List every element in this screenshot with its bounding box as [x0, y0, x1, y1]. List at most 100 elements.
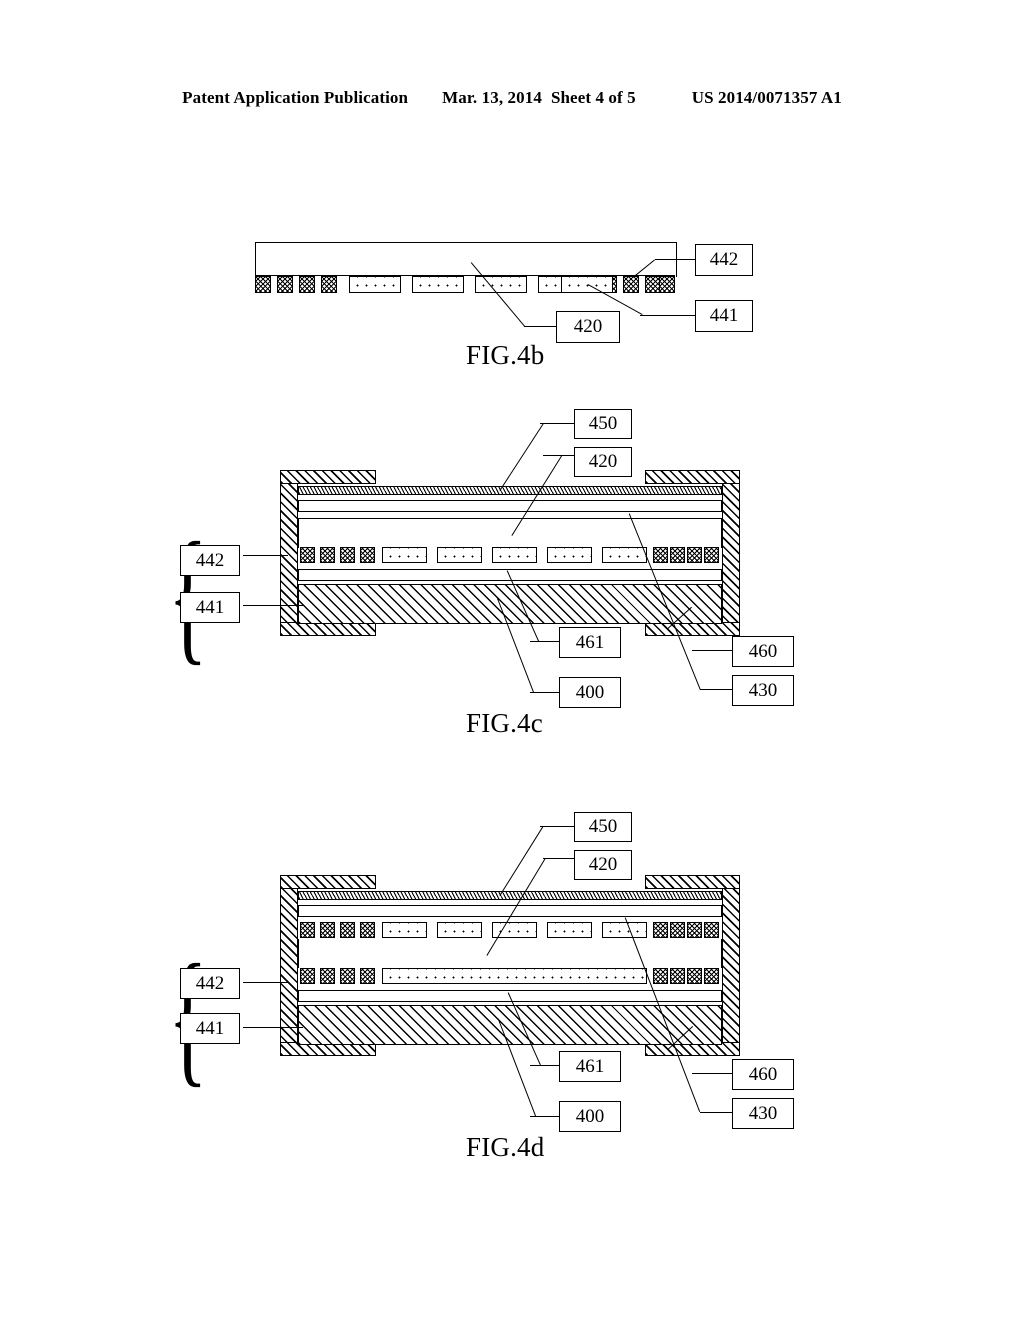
fig4c-layer-450	[298, 486, 722, 495]
fig4c-ref-420: 420	[574, 447, 632, 477]
fig4d-ref-400-text: 400	[575, 1105, 605, 1127]
fig4d-dot-block	[437, 922, 482, 938]
fig4c-leader-461-h	[530, 641, 560, 643]
fig4d-flange-top-left	[280, 875, 376, 889]
fig4d-caption: FIG.4d	[466, 1132, 545, 1162]
fig4d-ref-430-text: 430	[748, 1102, 778, 1124]
fig4c-caption: FIG.4c	[466, 708, 543, 738]
fig4c-ref-441-text: 441	[195, 596, 225, 618]
fig4d-dot-block	[602, 922, 647, 938]
fig4d-block-row-1	[298, 922, 722, 938]
fig4c-flange-bottom-right	[645, 622, 740, 636]
fig4d-block-row-2	[298, 968, 722, 984]
fig4c-dot-block	[437, 547, 482, 563]
fig4c-zig-block	[687, 547, 702, 563]
fig4d-leader-461-h	[530, 1065, 560, 1067]
fig4d-dot-bar-long	[382, 968, 647, 984]
fig4c-zig-block	[320, 547, 335, 563]
fig4d-flange-top-right	[645, 875, 740, 889]
fig4d-leader-460-h	[692, 1073, 732, 1075]
fig4c-ref-430: 430	[732, 675, 794, 706]
fig4b-ref-441-text: 441	[709, 305, 739, 326]
fig4d-zig-block	[704, 968, 719, 984]
fig4d-ref-400: 400	[559, 1101, 621, 1132]
fig4d-ref-441: 441	[180, 1013, 240, 1044]
fig4d-leader-442	[243, 982, 288, 984]
fig4c-zig-block	[300, 547, 315, 563]
fig4c-leader-460-h	[692, 650, 732, 652]
fig4c-ref-400: 400	[559, 677, 621, 708]
fig4c-leader-430-h	[700, 689, 733, 691]
fig4d-leader-430-h	[700, 1112, 733, 1114]
figure-4d: {	[0, 0, 1024, 1162]
fig4d-ref-460: 460	[732, 1059, 794, 1090]
fig4d-zig-block	[360, 968, 375, 984]
fig4d-ref-450-text: 450	[588, 816, 618, 837]
fig4d-zig-block	[340, 922, 355, 938]
fig4c-ref-450: 450	[574, 409, 632, 439]
fig4d-ref-460-text: 460	[748, 1063, 778, 1085]
fig4c-ref-450-text: 450	[588, 413, 618, 434]
fig4c-leader-450-d	[499, 423, 545, 492]
fig4c-dot-block	[602, 547, 647, 563]
fig4c-ref-460-text: 460	[748, 640, 778, 662]
fig4c-block-row	[298, 547, 722, 563]
fig4c-flange-top-right	[645, 470, 740, 484]
fig4c-zig-block	[704, 547, 719, 563]
fig4d-wall-left	[280, 875, 298, 1056]
fig4c-dot-block	[547, 547, 592, 563]
fig4b-ref-420-text: 420	[573, 316, 603, 337]
fig4d-leader-420-h	[543, 858, 575, 860]
fig4d-zig-block	[653, 922, 668, 938]
fig4c-zig-block	[360, 547, 375, 563]
fig4c-layer-thin-upper	[298, 500, 722, 512]
fig4c-dot-block	[382, 547, 427, 563]
fig4d-zig-block	[360, 922, 375, 938]
fig4d-zig-block	[300, 968, 315, 984]
fig4d-ref-450: 450	[574, 812, 632, 842]
fig4d-substrate-441	[298, 1005, 722, 1045]
fig4d-zig-block	[687, 922, 702, 938]
fig4c-leader-400-h	[530, 692, 560, 694]
fig4c-flange-bottom-left	[280, 622, 376, 636]
fig4d-ref-420-text: 420	[588, 854, 618, 875]
fig4c-ref-461: 461	[559, 627, 621, 658]
fig4c-wall-right	[722, 470, 740, 636]
fig4c-dot-block	[492, 547, 537, 563]
fig4d-wall-right	[722, 875, 740, 1056]
fig4c-ref-461-text: 461	[575, 631, 605, 653]
fig4d-ref-441-text: 441	[195, 1017, 225, 1039]
fig4d-dot-block	[382, 922, 427, 938]
fig4c-leader-420-h	[543, 455, 575, 457]
fig4d-ref-461-text: 461	[575, 1055, 605, 1077]
fig4c-leader-441	[243, 605, 303, 607]
fig4c-zig-block	[670, 547, 685, 563]
fig4c-ref-442: 442	[180, 545, 240, 576]
fig4c-ref-420-text: 420	[588, 451, 618, 472]
fig4c-ref-442-text: 442	[195, 549, 225, 571]
fig4c-cavity-420	[298, 518, 722, 548]
fig4d-zig-block	[687, 968, 702, 984]
fig4d-cavity-420	[298, 939, 722, 968]
fig4c-leader-450-h	[540, 423, 575, 425]
fig4d-ref-442: 442	[180, 968, 240, 999]
fig4d-zig-block	[320, 922, 335, 938]
fig4c-zig-block	[340, 547, 355, 563]
fig4d-zig-block	[300, 922, 315, 938]
fig4d-ref-461: 461	[559, 1051, 621, 1082]
fig4d-zig-block	[320, 968, 335, 984]
fig4c-leader-442	[243, 555, 288, 557]
fig4d-leader-450-h	[540, 826, 575, 828]
fig4d-leader-450-d	[499, 825, 545, 897]
fig4c-ref-460: 460	[732, 636, 794, 667]
fig4d-leader-441	[243, 1027, 303, 1029]
fig4b-ref-442: 442	[695, 244, 753, 276]
fig4c-flange-top-left	[280, 470, 376, 484]
fig4c-ref-400-text: 400	[575, 681, 605, 703]
fig4d-zig-block	[704, 922, 719, 938]
fig4d-layer-450	[298, 891, 722, 900]
fig4d-zig-block	[340, 968, 355, 984]
fig4c-ref-441: 441	[180, 592, 240, 623]
fig4d-ref-420: 420	[574, 850, 632, 880]
fig4b-ref-442-text: 442	[709, 249, 739, 270]
